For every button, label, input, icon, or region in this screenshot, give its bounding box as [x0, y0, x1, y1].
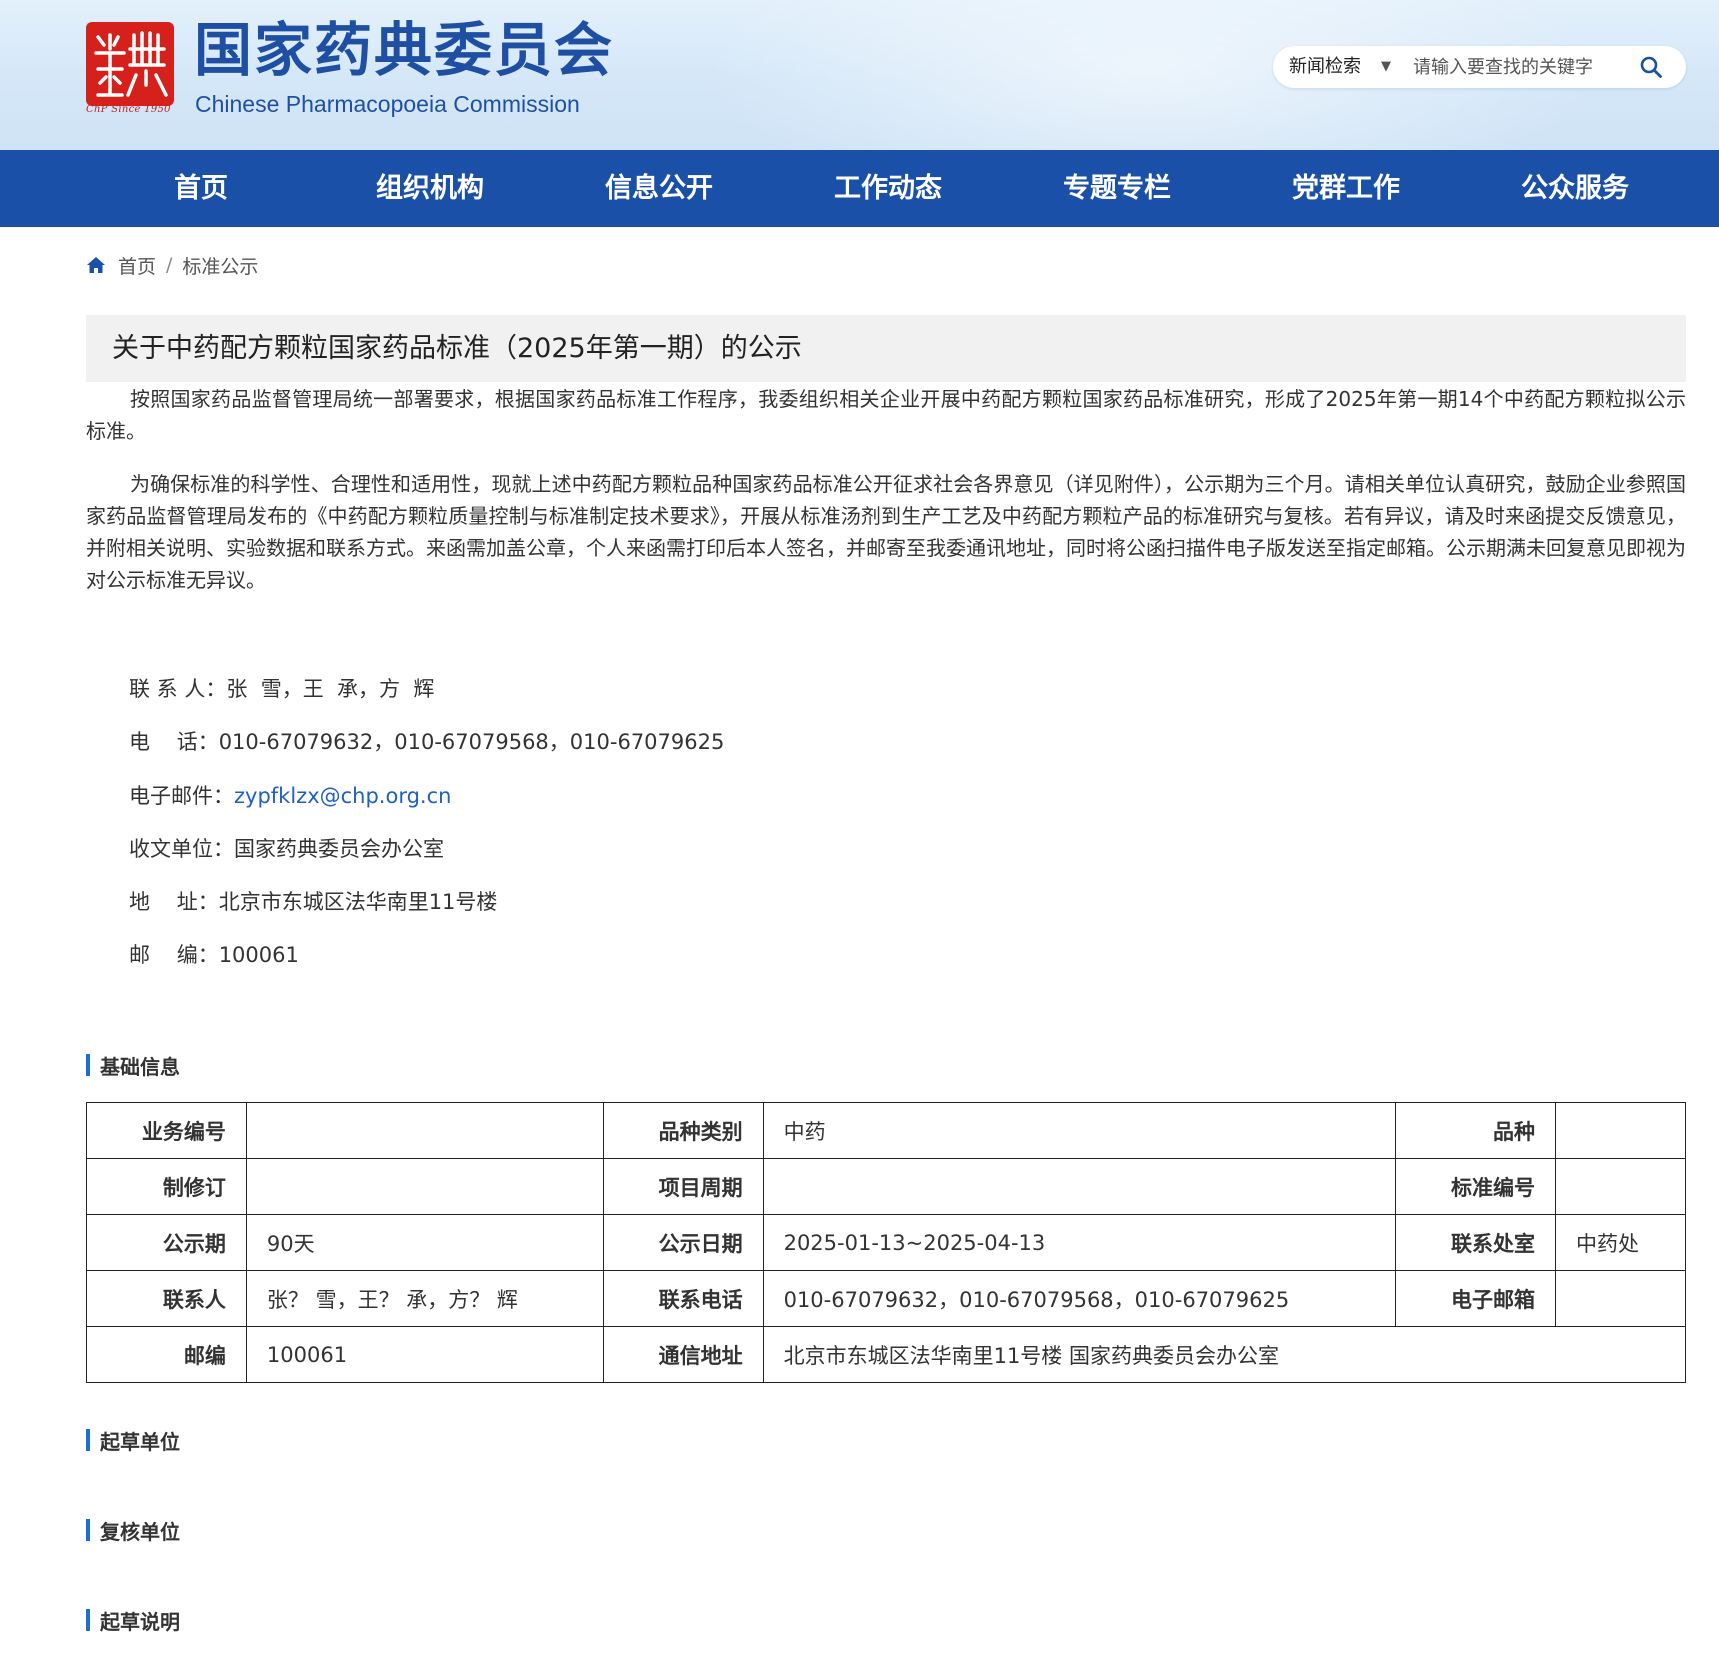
table-label: 标准编号 [1396, 1159, 1556, 1215]
nav-item-organization[interactable]: 组织机构 [330, 150, 530, 227]
table-row: 业务编号 品种类别 中药 品种 [87, 1103, 1686, 1159]
section-title: 复核单位 [100, 1516, 180, 1545]
table-label: 公示期 [87, 1215, 247, 1271]
table-row: 联系人 张？ 雪，王？ 承，方？ 辉 联系电话 010-67079632，010… [87, 1271, 1686, 1327]
breadcrumb: 首页 / 标准公示 [86, 252, 258, 278]
table-label: 项目周期 [603, 1159, 763, 1215]
site-name-cn[interactable]: 国家药典委员会 [194, 16, 614, 84]
seal-glyph-icon [90, 25, 170, 103]
table-label: 公示日期 [603, 1215, 763, 1271]
contact-email-line: 电子邮件：zypfklzx@chp.org.cn [129, 780, 451, 810]
nav-item-special-topics[interactable]: 专题专栏 [1017, 150, 1217, 227]
contact-email-link[interactable]: zypfklzx@chp.org.cn [234, 784, 451, 808]
section-heading-drafting-unit: 起草单位 [86, 1427, 180, 1453]
site-name-en[interactable]: Chinese Pharmacopoeia Commission [195, 90, 580, 118]
contact-postcode: 邮 编：100061 [129, 939, 299, 969]
table-value: 100061 [246, 1327, 603, 1383]
breadcrumb-separator: / [166, 254, 172, 276]
breadcrumb-home-link[interactable]: 首页 [118, 252, 156, 279]
section-heading-basic-info: 基础信息 [86, 1052, 180, 1078]
section-title: 起草单位 [100, 1426, 180, 1455]
nav-item-work-news[interactable]: 工作动态 [788, 150, 988, 227]
table-value [1556, 1159, 1686, 1215]
table-value: 中药 [763, 1103, 1396, 1159]
section-title: 基础信息 [100, 1051, 180, 1080]
article-paragraph: 按照国家药品监督管理局统一部署要求，根据国家药品标准工作程序，我委组织相关企业开… [86, 383, 1686, 447]
article-title: 关于中药配方颗粒国家药品标准（2025年第一期）的公示 [112, 315, 802, 382]
table-label: 通信地址 [603, 1327, 763, 1383]
caret-down-icon[interactable]: ▼ [1381, 46, 1391, 88]
nav-item-party-work[interactable]: 党群工作 [1246, 150, 1446, 227]
table-value: 2025-01-13~2025-04-13 [763, 1215, 1396, 1271]
section-marker [86, 1519, 90, 1541]
search-input[interactable] [1413, 53, 1623, 81]
section-heading-review-unit: 复核单位 [86, 1517, 180, 1543]
section-marker [86, 1054, 90, 1076]
table-value [1556, 1103, 1686, 1159]
search-box: 新闻检索 ▼ [1273, 46, 1686, 88]
table-label: 品种 [1396, 1103, 1556, 1159]
table-label: 制修订 [87, 1159, 247, 1215]
table-value: 张？ 雪，王？ 承，方？ 辉 [246, 1271, 603, 1327]
table-row: 公示期 90天 公示日期 2025-01-13~2025-04-13 联系处室 … [87, 1215, 1686, 1271]
table-label: 联系电话 [603, 1271, 763, 1327]
table-value: 中药处 [1556, 1215, 1686, 1271]
main-nav: 首页 组织机构 信息公开 工作动态 专题专栏 党群工作 公众服务 [0, 150, 1719, 227]
nav-item-disclosure[interactable]: 信息公开 [559, 150, 759, 227]
table-label: 联系人 [87, 1271, 247, 1327]
logo-since-text: ChP Since 1950 [86, 104, 178, 115]
contact-address: 地 址：北京市东城区法华南里11号楼 [129, 886, 497, 916]
table-value: 北京市东城区法华南里11号楼 国家药典委员会办公室 [763, 1327, 1685, 1383]
article-title-bar: 关于中药配方颗粒国家药品标准（2025年第一期）的公示 [86, 315, 1686, 382]
nav-item-home[interactable]: 首页 [101, 150, 301, 227]
table-label: 电子邮箱 [1396, 1271, 1556, 1327]
search-type-select[interactable]: 新闻检索 [1289, 46, 1361, 88]
nav-item-public-service[interactable]: 公众服务 [1475, 150, 1675, 227]
home-icon[interactable] [86, 254, 108, 276]
table-value: 010-67079632，010-67079568，010-67079625 [763, 1271, 1396, 1327]
search-icon[interactable] [1635, 52, 1667, 82]
table-label: 邮编 [87, 1327, 247, 1383]
table-row: 制修订 项目周期 标准编号 [87, 1159, 1686, 1215]
table-value [246, 1103, 603, 1159]
table-label: 业务编号 [87, 1103, 247, 1159]
breadcrumb-current[interactable]: 标准公示 [182, 252, 258, 279]
contact-people: 联 系 人：张 雪，王 承，方 辉 [129, 673, 434, 703]
table-value [763, 1159, 1396, 1215]
table-label: 品种类别 [603, 1103, 763, 1159]
site-header: ChP Since 1950 国家药典委员会 Chinese Pharmacop… [0, 0, 1719, 150]
logo-seal-icon[interactable] [86, 22, 174, 106]
article-paragraph: 为确保标准的科学性、合理性和适用性，现就上述中药配方颗粒品种国家药品标准公开征求… [86, 468, 1686, 596]
section-marker [86, 1609, 90, 1631]
section-title: 起草说明 [100, 1606, 180, 1635]
contact-receiver: 收文单位：国家药典委员会办公室 [129, 833, 444, 863]
table-value [246, 1159, 603, 1215]
table-value: 90天 [246, 1215, 603, 1271]
section-marker [86, 1429, 90, 1451]
section-heading-drafting-notes: 起草说明 [86, 1607, 180, 1633]
table-row: 邮编 100061 通信地址 北京市东城区法华南里11号楼 国家药典委员会办公室 [87, 1327, 1686, 1383]
contact-email-label: 电子邮件： [129, 784, 234, 808]
contact-phone: 电 话：010-67079632，010-67079568，010-670796… [129, 726, 724, 756]
table-value [1556, 1271, 1686, 1327]
table-label: 联系处室 [1396, 1215, 1556, 1271]
basic-info-table: 业务编号 品种类别 中药 品种 制修订 项目周期 标准编号 公示期 90天 公示… [86, 1102, 1686, 1383]
